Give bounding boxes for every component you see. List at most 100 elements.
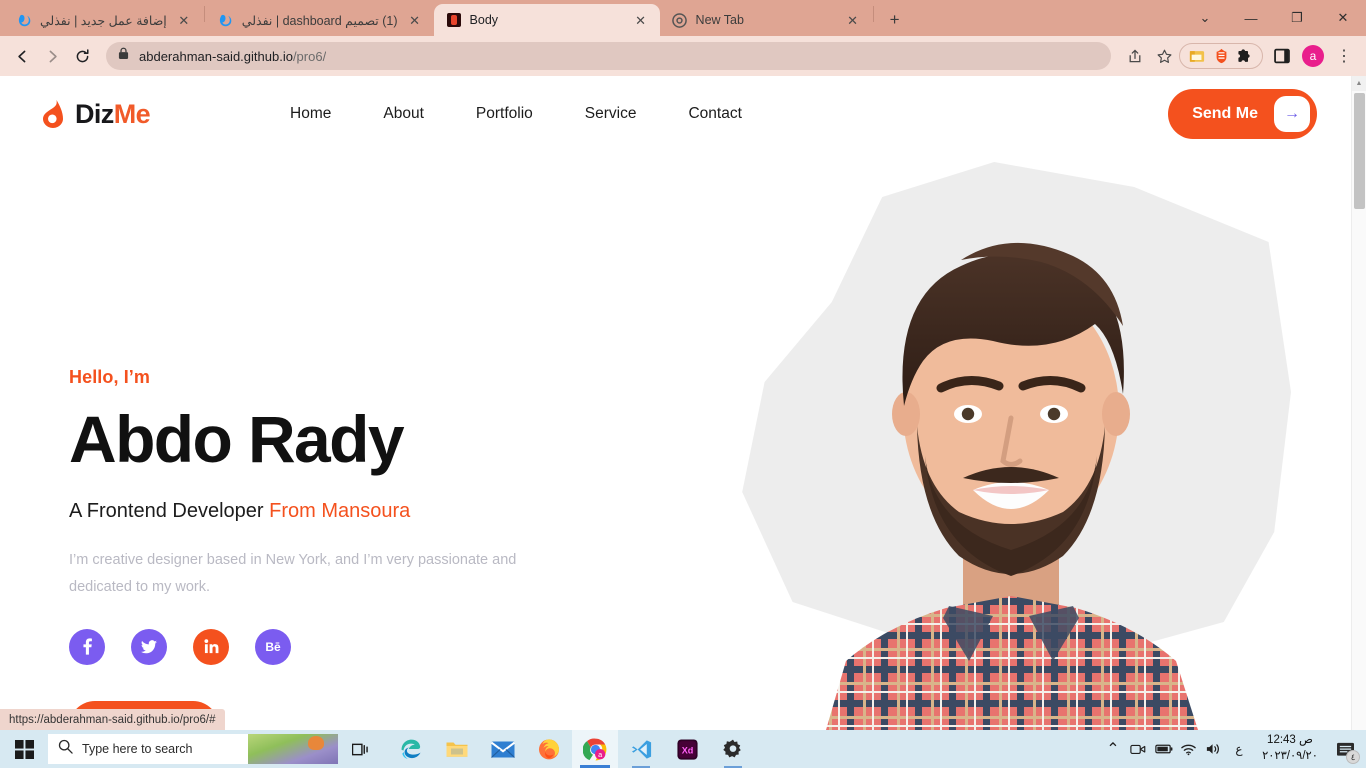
search-icon [58,739,73,759]
tab-title: إضافة عمل جديد | نفذلي [40,13,167,28]
browser-tab[interactable]: (1) تصميم dashboard | نفذلي ✕ [206,4,434,36]
send-me-button[interactable]: Send Me → [1168,89,1317,139]
facebook-icon[interactable] [69,628,105,665]
clock-date: ٢٠٢٣/٠٩/٢٠ [1262,750,1318,762]
twitter-icon[interactable] [131,628,167,665]
taskbar-app-firefox[interactable] [526,730,572,768]
taskbar-app-visual-studio-code[interactable] [618,730,664,768]
arrow-right-icon: → [1274,96,1310,132]
tab-close-icon[interactable]: ✕ [406,11,424,29]
window-controls: ⌄ — ❐ ✕ [1182,0,1366,36]
hero-name: Abdo Rady [69,402,405,476]
hero-description: I’m creative designer based in New York,… [69,551,517,595]
tab-title: Body [469,13,499,27]
page-viewport: DizMe Home About Portfolio Service Conta… [0,76,1366,730]
nav-link-portfolio[interactable]: Portfolio [476,105,533,123]
scrollbar-thumb[interactable] [1354,93,1365,209]
hero-portrait [711,156,1311,730]
new-tab-button[interactable]: + [881,5,909,33]
toolbar-right-actions: a ⋮ [1121,42,1358,70]
search-placeholder: Type here to search [82,742,193,756]
taskbar-app-mail[interactable] [480,730,526,768]
tab-close-icon[interactable]: ✕ [175,11,193,29]
main-navigation: Home About Portfolio Service Contact [290,105,742,123]
language-indicator[interactable]: ع [1226,742,1252,756]
nav-link-service[interactable]: Service [585,105,637,123]
taskbar-app-settings[interactable] [710,730,756,768]
nav-link-about[interactable]: About [383,105,424,123]
send-me-label: Send Me [1192,105,1258,122]
hero-section: Hello, I’m Abdo Rady A Frontend Develope… [0,152,1351,730]
browser-tab-active[interactable]: Body ✕ [433,4,660,36]
page-icon [446,12,462,28]
profile-avatar[interactable]: a [1302,45,1324,67]
taskbar-app-google-chrome[interactable]: a [572,730,618,768]
tab-title: (1) تصميم dashboard | نفذلي [241,13,398,28]
lock-icon [118,47,129,65]
forward-icon[interactable] [38,42,66,70]
portrait-photo [826,242,1198,730]
hero-greeting: Hello, I’m [69,367,151,387]
tab-title: New Tab [695,13,744,27]
website-content: DizMe Home About Portfolio Service Conta… [0,76,1351,730]
taskbar-app-file-explorer[interactable] [434,730,480,768]
back-icon[interactable] [8,42,36,70]
start-icon[interactable] [0,730,48,768]
wallet-icon[interactable] [1187,46,1207,66]
reload-icon[interactable] [68,42,96,70]
notification-center-icon[interactable]: ٤ [1328,730,1362,768]
hero-role: A Frontend Developer From Mansoura [69,499,411,522]
site-header: DizMe Home About Portfolio Service Conta… [0,76,1351,152]
search-input[interactable]: Type here to search [48,734,338,764]
bookmark-star-icon[interactable] [1150,42,1178,70]
maximize-button[interactable]: ❐ [1274,0,1320,36]
camera-icon[interactable] [1126,730,1150,768]
clock-time: 12:43 ص [1267,734,1313,747]
adblock-icon[interactable] [1211,46,1231,66]
task-view-icon[interactable] [338,730,382,768]
address-bar[interactable]: abderahman-said.github.io/pro6/ [106,42,1111,70]
battery-icon[interactable] [1151,730,1175,768]
mostaql-icon [16,12,32,28]
svg-text:Xd: Xd [681,745,693,755]
close-button[interactable]: ✕ [1320,0,1366,36]
tab-strip: إضافة عمل جديد | نفذلي ✕ (1) تصميم dashb… [0,0,1366,36]
mostaql-icon [218,12,234,28]
tab-search-chevron-icon[interactable]: ⌄ [1182,0,1228,36]
nav-link-contact[interactable]: Contact [688,105,741,123]
social-links: Bē [69,628,589,665]
browser-toolbar: abderahman-said.github.io/pro6/ a ⋮ [0,36,1366,76]
nav-link-home[interactable]: Home [290,105,331,123]
page-scrollbar[interactable]: ▲ [1351,76,1366,730]
scroll-up-arrow-icon[interactable]: ▲ [1352,76,1366,91]
windows-taskbar: Type here to search a Xd ⌃ ع 12:43 ص ٢٠٢… [0,730,1366,768]
taskbar-apps: a Xd [388,730,756,768]
notification-badge: ٤ [1346,750,1360,764]
wifi-icon[interactable] [1176,730,1200,768]
search-highlight-thumbnail [248,734,338,764]
minimize-button[interactable]: — [1228,0,1274,36]
address-bar-url: abderahman-said.github.io/pro6/ [139,48,327,64]
clock[interactable]: 12:43 ص ٢٠٢٣/٠٩/٢٠ [1253,733,1327,764]
browser-tab[interactable]: إضافة عمل جديد | نفذلي ✕ [4,4,203,36]
logo-text: DizMe [75,98,151,129]
tab-close-icon[interactable]: ✕ [844,11,862,29]
tab-separator [872,6,874,22]
chrome-icon [672,12,688,28]
flame-drop-icon [40,99,66,129]
side-panel-icon[interactable] [1268,42,1296,70]
volume-icon[interactable] [1201,730,1225,768]
taskbar-app-adobe-xd[interactable]: Xd [664,730,710,768]
chrome-menu-icon[interactable]: ⋮ [1330,42,1358,70]
taskbar-app-microsoft-edge[interactable] [388,730,434,768]
site-logo[interactable]: DizMe [40,98,151,130]
browser-tab[interactable]: New Tab ✕ [660,4,872,36]
tab-close-icon[interactable]: ✕ [632,11,650,29]
puzzle-icon[interactable] [1235,46,1255,66]
hero-copy: Hello, I’m Abdo Rady A Frontend Develope… [69,367,589,730]
tab-separator [203,6,205,22]
linkedin-icon[interactable] [193,628,229,665]
share-icon[interactable] [1121,42,1149,70]
behance-icon[interactable]: Bē [255,628,291,665]
tray-overflow-chevron-icon[interactable]: ⌃ [1101,730,1125,768]
